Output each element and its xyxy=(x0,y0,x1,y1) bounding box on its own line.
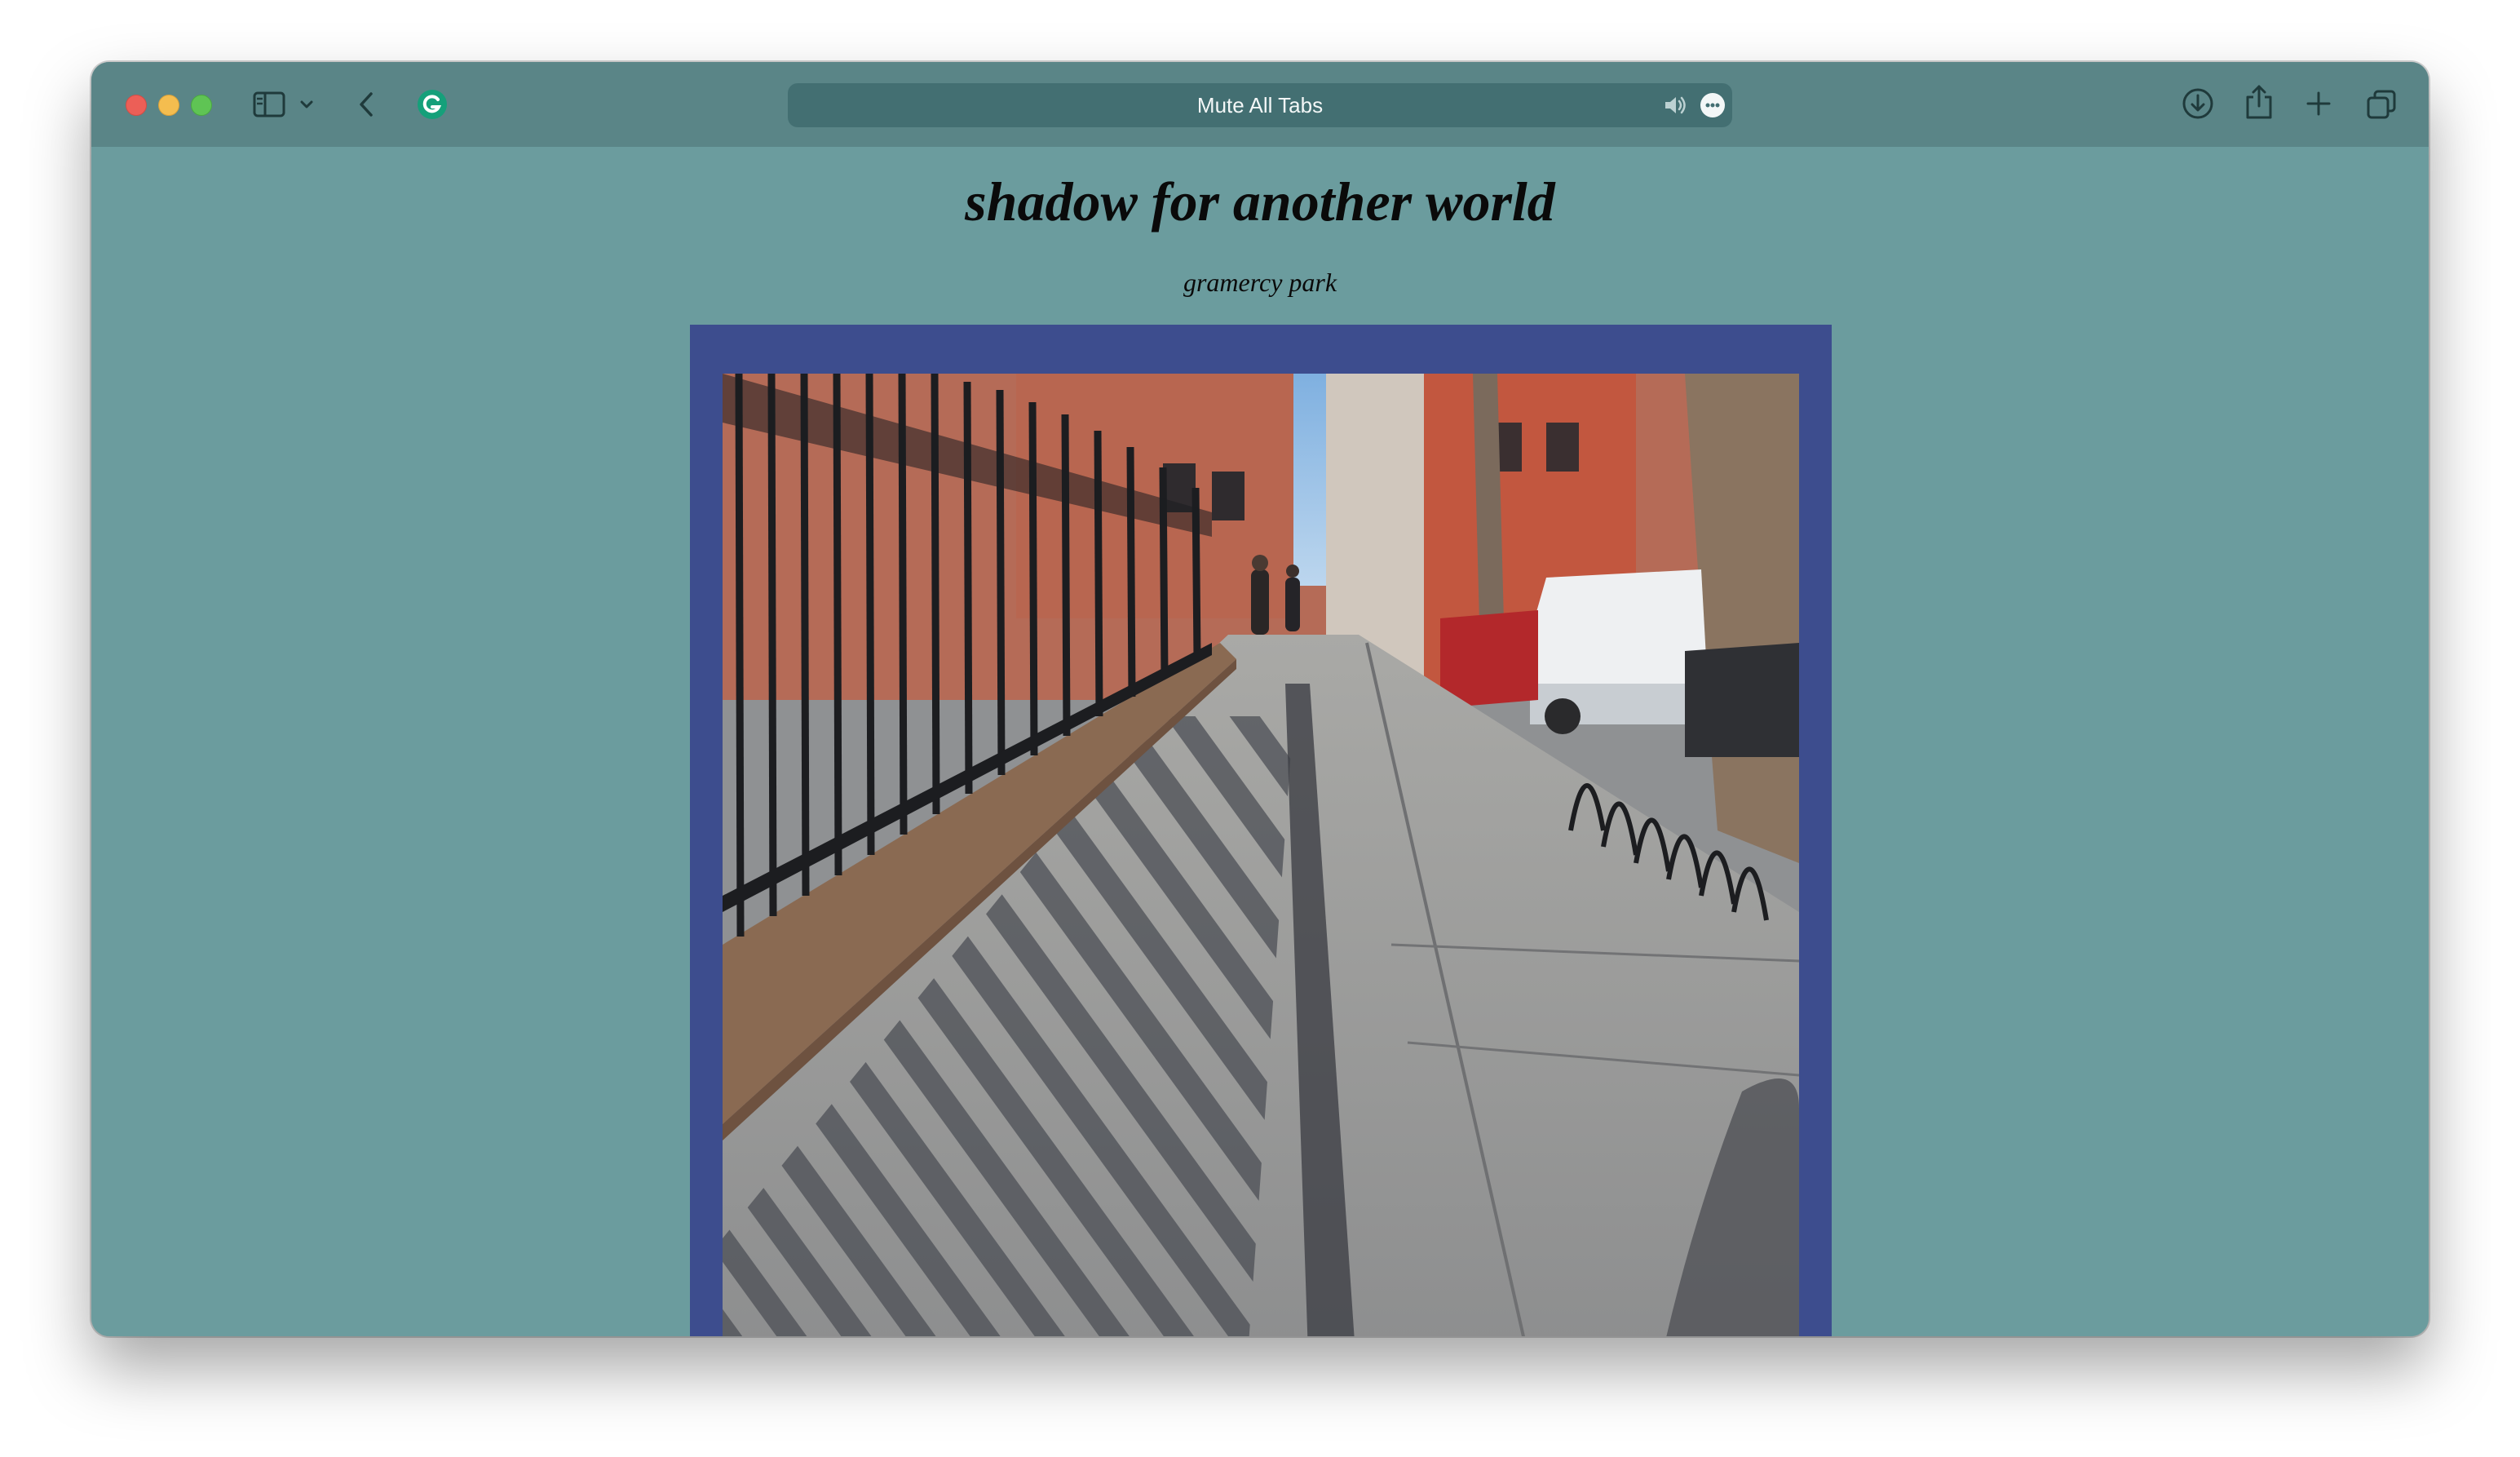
photo-frame xyxy=(690,325,1832,1336)
chevron-down-icon[interactable] xyxy=(297,95,316,114)
sidebar-icon[interactable] xyxy=(251,88,287,121)
grammarly-icon[interactable] xyxy=(414,86,450,122)
page-subtitle: gramercy park xyxy=(1183,268,1337,297)
address-bar-text: Mute All Tabs xyxy=(1196,92,1324,117)
chevron-left-icon[interactable] xyxy=(354,88,378,121)
share-icon[interactable] xyxy=(2241,82,2277,122)
more-icon[interactable] xyxy=(1700,92,1726,118)
page-content: shadow for another world gramercy park xyxy=(91,147,2429,1336)
sidewalk-photo-graphic xyxy=(723,374,1799,1336)
address-bar[interactable]: Mute All Tabs xyxy=(788,83,1732,127)
download-icon[interactable] xyxy=(2179,85,2217,122)
browser-window: Mute All Tabs shadow for another world g… xyxy=(91,62,2429,1336)
speaker-icon[interactable] xyxy=(1662,94,1688,117)
sidewalk-photo xyxy=(723,374,1799,1336)
zoom-window-button[interactable] xyxy=(191,95,212,116)
close-window-button[interactable] xyxy=(126,95,147,116)
minimize-window-button[interactable] xyxy=(158,95,179,116)
page-title: shadow for another world xyxy=(965,170,1555,232)
browser-toolbar: Mute All Tabs xyxy=(91,62,2429,147)
plus-icon[interactable] xyxy=(2301,86,2336,121)
tabs-icon[interactable] xyxy=(2363,86,2399,122)
